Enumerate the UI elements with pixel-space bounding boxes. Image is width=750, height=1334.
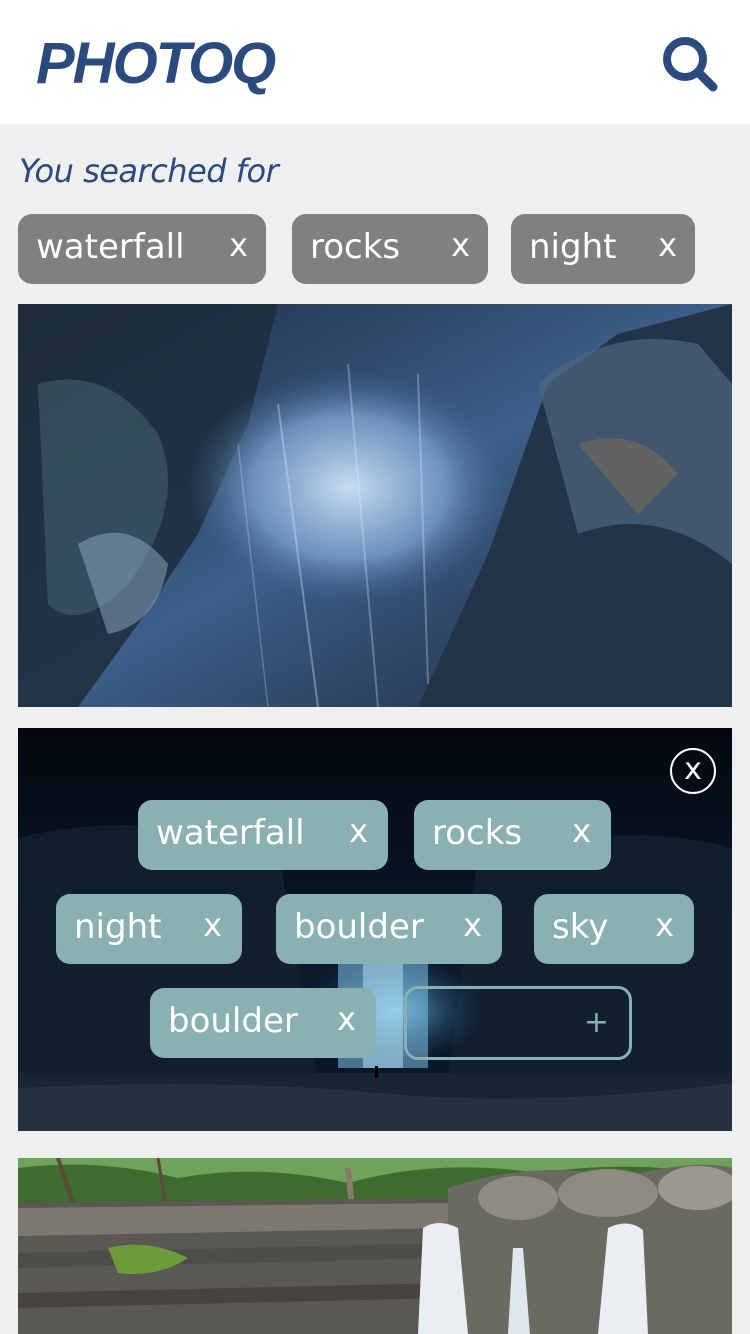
close-editor-button[interactable]: x <box>670 748 716 794</box>
add-tag-input[interactable] <box>417 999 577 1047</box>
searched-for-label: You searched for <box>19 152 279 190</box>
search-button[interactable] <box>658 32 722 96</box>
photo-result-1[interactable] <box>18 304 732 707</box>
remove-tag-button[interactable]: x <box>349 811 368 851</box>
tag-rocks[interactable]: rocks x <box>414 800 611 870</box>
remove-tag-button[interactable]: x <box>572 811 591 851</box>
search-chip-waterfall[interactable]: waterfall x <box>18 214 266 284</box>
forest-waterfall-photo <box>18 1158 732 1334</box>
search-chip-label: night <box>529 227 617 267</box>
add-tag-field[interactable]: + <box>404 986 632 1060</box>
remove-chip-button[interactable]: x <box>658 225 677 265</box>
tag-label: boulder <box>294 907 424 947</box>
app-logo: PHOTOQ <box>36 31 276 96</box>
remove-tag-button[interactable]: x <box>337 999 356 1039</box>
remove-tag-button[interactable]: x <box>655 905 674 945</box>
search-chip-label: rocks <box>310 227 401 267</box>
remove-chip-button[interactable]: x <box>229 225 248 265</box>
search-chip-rocks[interactable]: rocks x <box>292 214 488 284</box>
tag-boulder[interactable]: boulder x <box>150 988 376 1058</box>
tag-sky[interactable]: sky x <box>534 894 694 964</box>
remove-chip-button[interactable]: x <box>451 225 470 265</box>
search-icon <box>663 37 718 92</box>
tag-boulder[interactable]: boulder x <box>276 894 502 964</box>
tag-label: rocks <box>432 813 523 853</box>
photo-result-3[interactable] <box>18 1158 732 1334</box>
remove-tag-button[interactable]: x <box>203 905 222 945</box>
tag-label: night <box>74 907 162 947</box>
tag-waterfall[interactable]: waterfall x <box>138 800 388 870</box>
waterfall-photo <box>18 304 732 707</box>
search-chip-label: waterfall <box>36 227 185 267</box>
app-header: PHOTOQ <box>0 0 750 124</box>
plus-icon[interactable]: + <box>584 1005 609 1041</box>
remove-tag-button[interactable]: x <box>463 905 482 945</box>
tag-night[interactable]: night x <box>56 894 242 964</box>
tag-label: boulder <box>168 1001 298 1041</box>
tag-label: sky <box>552 907 609 947</box>
search-chip-night[interactable]: night x <box>511 214 695 284</box>
tag-label: waterfall <box>156 813 305 853</box>
